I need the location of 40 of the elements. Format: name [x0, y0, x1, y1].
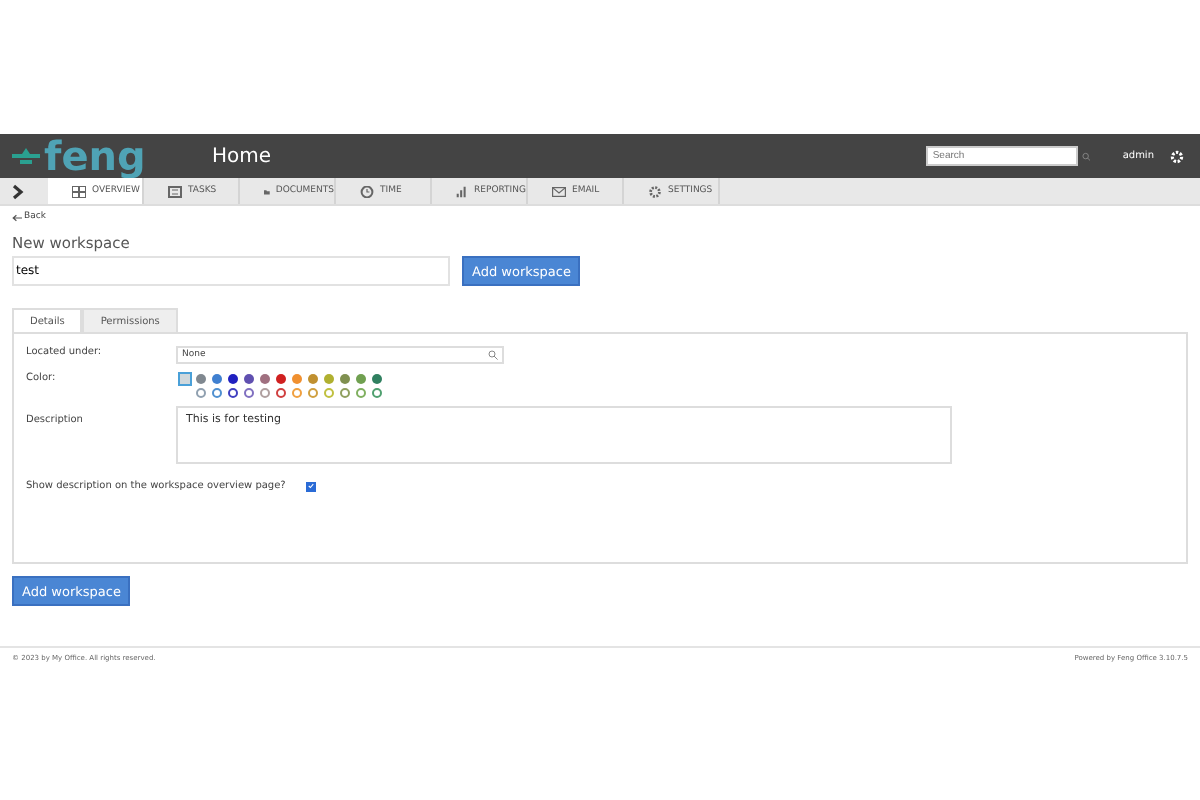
color-swatch[interactable] [339, 388, 349, 398]
page-title: Home [212, 145, 274, 167]
color-swatch[interactable] [323, 388, 333, 398]
search-icon [1081, 151, 1091, 161]
color-swatch[interactable] [339, 374, 349, 384]
folder-icon [264, 185, 270, 197]
color-swatch[interactable] [291, 388, 301, 398]
left-arrow-icon [12, 213, 22, 221]
logo: feng [12, 132, 212, 180]
color-swatch[interactable] [355, 388, 365, 398]
color-swatch[interactable] [355, 374, 365, 384]
checkbox[interactable] [305, 481, 316, 491]
color-swatch[interactable] [227, 374, 237, 384]
grid-icon [72, 185, 86, 197]
color-swatch[interactable] [243, 388, 253, 398]
color-swatch[interactable] [211, 374, 221, 384]
color-swatch[interactable] [275, 388, 285, 398]
color-swatch[interactable] [243, 374, 253, 384]
chevron-right-icon[interactable] [12, 183, 24, 199]
bar-chart-icon [456, 185, 469, 197]
mail-icon [552, 185, 566, 197]
color-swatch[interactable] [371, 374, 381, 384]
search-icon [488, 350, 498, 360]
color-swatch[interactable] [177, 372, 191, 386]
color-swatch[interactable] [291, 374, 301, 384]
color-swatch[interactable] [211, 388, 221, 398]
color-swatch[interactable] [371, 388, 381, 398]
color-swatch[interactable] [195, 374, 205, 384]
color-swatch[interactable] [323, 374, 333, 384]
settings-icon[interactable] [1170, 149, 1184, 163]
color-swatch[interactable] [259, 388, 269, 398]
color-swatch[interactable] [307, 388, 317, 398]
color-swatch[interactable] [227, 388, 237, 398]
color-swatch[interactable] [195, 388, 205, 398]
color-swatch[interactable] [307, 374, 317, 384]
color-swatch[interactable] [275, 374, 285, 384]
gear-icon [648, 185, 662, 197]
color-swatch[interactable] [259, 374, 269, 384]
list-icon [168, 185, 182, 197]
clock-icon [360, 185, 374, 197]
